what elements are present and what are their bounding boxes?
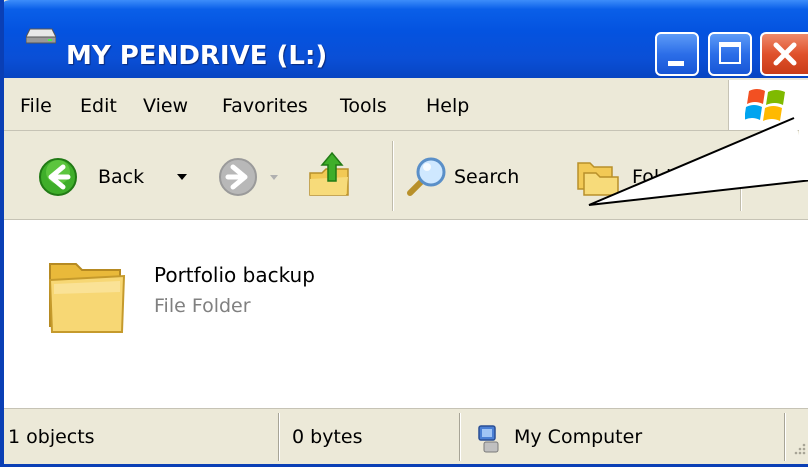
status-divider — [784, 413, 786, 461]
search-icon[interactable] — [404, 155, 448, 199]
forward-dropdown-icon[interactable] — [269, 174, 279, 181]
close-icon — [773, 42, 797, 66]
maximize-button[interactable] — [708, 32, 752, 76]
toolbar-separator — [740, 141, 742, 211]
menu-bar: File Edit View Favorites Tools Help — [4, 80, 808, 131]
status-size: 0 bytes — [292, 426, 363, 448]
minimize-icon — [668, 61, 684, 66]
minimize-button[interactable] — [655, 32, 699, 76]
back-button-label[interactable]: Back — [98, 164, 144, 190]
menu-favorites[interactable]: Favorites — [222, 93, 308, 119]
menu-file[interactable]: File — [20, 93, 52, 119]
resize-grip-icon[interactable] — [790, 443, 806, 459]
up-folder-icon[interactable] — [308, 151, 352, 199]
status-divider — [459, 413, 461, 461]
drive-icon — [26, 28, 56, 44]
search-button-label[interactable]: Search — [454, 164, 519, 190]
computer-icon — [478, 425, 499, 453]
folders-icon[interactable] — [574, 155, 622, 199]
maximize-icon — [719, 42, 741, 64]
menu-help[interactable]: Help — [426, 93, 469, 119]
window-title: MY PENDRIVE (L:) — [66, 41, 328, 71]
folder-name[interactable]: Portfolio backup — [154, 263, 315, 287]
status-bar: 1 objects 0 bytes My Computer — [4, 408, 808, 464]
menu-view[interactable]: View — [143, 93, 188, 119]
close-button[interactable] — [760, 32, 808, 76]
file-list-area[interactable]: Portfolio backup File Folder — [4, 220, 808, 408]
status-divider — [278, 413, 280, 461]
back-dropdown-icon[interactable] — [176, 173, 188, 181]
folder-icon — [48, 263, 126, 333]
status-object-count: 1 objects — [8, 426, 95, 448]
toolbar: Back Search Folders » — [4, 131, 808, 220]
toolbar-separator — [392, 141, 394, 211]
explorer-window: MY PENDRIVE (L:) File Edit View Favorite… — [0, 0, 808, 467]
windows-flag-icon — [745, 89, 785, 121]
folders-button-label[interactable]: Folders — [632, 164, 701, 190]
menu-edit[interactable]: Edit — [80, 93, 117, 119]
status-location: My Computer — [514, 426, 643, 448]
back-arrow-icon[interactable] — [38, 157, 78, 197]
menu-tools[interactable]: Tools — [340, 93, 387, 119]
title-bar[interactable]: MY PENDRIVE (L:) — [4, 0, 808, 78]
folder-type: File Folder — [154, 295, 251, 317]
forward-arrow-icon[interactable] — [218, 157, 258, 197]
windows-logo-area — [728, 80, 808, 130]
toolbar-overflow-chevron[interactable]: » — [782, 131, 796, 156]
